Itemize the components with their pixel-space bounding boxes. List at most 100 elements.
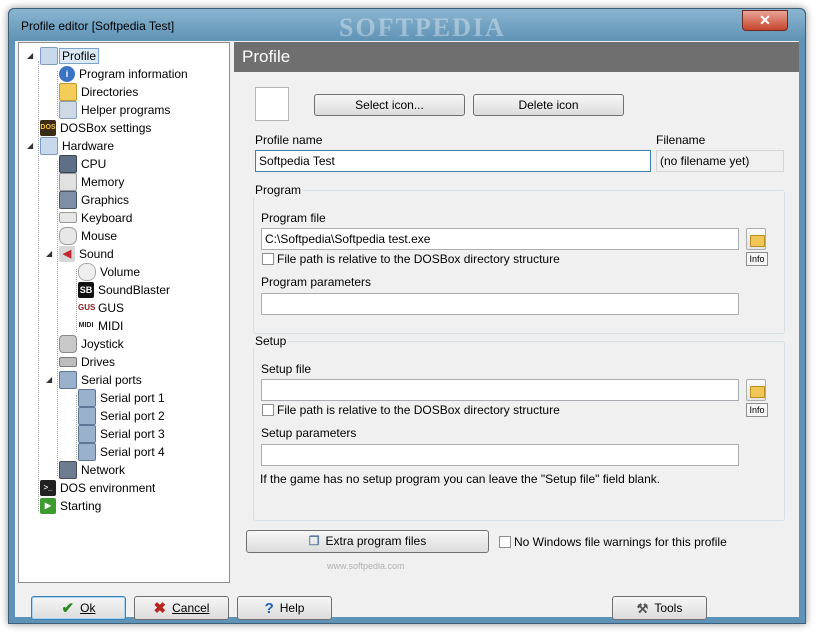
ok-label: Ok	[80, 601, 96, 615]
extra-program-files-label: Extra program files	[325, 534, 427, 548]
tree-item-profile[interactable]: Profile	[40, 46, 100, 65]
tree-line	[76, 269, 77, 332]
tree-item-drives[interactable]: Drives	[59, 352, 115, 370]
collapse-serial-ports-icon[interactable]: ◢	[46, 375, 52, 384]
setup-info-button[interactable]: Info	[746, 403, 768, 417]
tree-item-gus[interactable]: GUS GUS	[78, 298, 124, 316]
no-windows-file-warnings-checkbox[interactable]	[499, 536, 511, 548]
info-icon: i	[59, 65, 75, 82]
tree-item-memory[interactable]: Memory	[59, 172, 124, 191]
extra-program-files-button[interactable]: ❐ Extra program files	[246, 530, 489, 553]
program-file-label: Program file	[261, 211, 326, 225]
tree-item-cpu[interactable]: CPU	[59, 154, 106, 173]
tree-item-network[interactable]: Network	[59, 460, 125, 479]
keyboard-icon	[59, 212, 77, 224]
profile-editor-window: Profile editor [Softpedia Test] SOFTPEDI…	[8, 8, 806, 624]
select-icon-button[interactable]: Select icon...	[314, 94, 465, 116]
gear-icon	[59, 100, 77, 119]
setup-group-title: Setup	[253, 334, 289, 348]
collapse-profile-icon[interactable]: ◢	[27, 51, 33, 60]
tree-item-midi[interactable]: MIDI MIDI	[78, 316, 123, 334]
browse-program-file-button[interactable]	[746, 228, 766, 250]
ok-button[interactable]: ✔ Ok	[31, 596, 126, 620]
tree-item-joystick[interactable]: Joystick	[59, 334, 124, 353]
browse-setup-file-button[interactable]	[746, 379, 766, 401]
softpedia-url-watermark: www.softpedia.com	[327, 561, 405, 571]
delete-icon-button[interactable]: Delete icon	[473, 94, 624, 116]
profile-name-label: Profile name	[255, 133, 323, 147]
gus-icon: GUS	[78, 299, 95, 316]
cancel-label: Cancel	[172, 601, 210, 615]
folder-icon	[750, 235, 765, 247]
folder-icon	[750, 386, 765, 398]
collapse-sound-icon[interactable]: ◢	[46, 249, 52, 258]
tree-item-mouse[interactable]: Mouse	[59, 226, 117, 245]
tree-item-soundblaster[interactable]: SB SoundBlaster	[78, 280, 170, 298]
tools-label: Tools	[654, 601, 683, 615]
tree-item-graphics[interactable]: Graphics	[59, 190, 129, 209]
tree-item-helper-programs[interactable]: Helper programs	[59, 100, 170, 119]
console-icon: >_	[40, 479, 56, 496]
no-windows-file-warnings-label: No Windows file warnings for this profil…	[514, 535, 727, 549]
close-icon: ✕	[759, 12, 771, 28]
tree-item-serial-port-3[interactable]: Serial port 3	[78, 424, 165, 443]
dosbox-icon: DOS	[40, 119, 56, 136]
program-file-input[interactable]: C:\Softpedia\Softpedia test.exe	[261, 228, 739, 250]
help-button[interactable]: ? Help	[237, 596, 332, 620]
tree-item-sound[interactable]: ◀ Sound	[59, 244, 114, 262]
program-relative-path-label: File path is relative to the DOSBox dire…	[277, 252, 560, 266]
cancel-button[interactable]: ✖ Cancel	[134, 596, 229, 620]
speaker-icon: ◀	[59, 245, 75, 262]
tree-item-program-information[interactable]: i Program information	[59, 64, 188, 82]
tools-icon: ⚒	[636, 600, 649, 616]
serial-port-icon	[78, 388, 96, 407]
tools-button[interactable]: ⚒ Tools	[612, 596, 707, 620]
profile-icon	[40, 46, 58, 65]
tree-line	[57, 71, 58, 116]
profile-icon-preview[interactable]	[255, 87, 289, 121]
program-parameters-input[interactable]	[261, 293, 739, 315]
tree-item-starting[interactable]: ▶ Starting	[40, 496, 101, 514]
serial-port-icon	[78, 424, 96, 443]
help-label: Help	[279, 601, 305, 615]
hardware-icon	[40, 136, 58, 155]
serial-ports-icon	[59, 370, 77, 389]
setup-file-input[interactable]	[261, 379, 739, 401]
title-bar[interactable]: Profile editor [Softpedia Test] SOFTPEDI…	[9, 9, 805, 42]
monitor-icon	[59, 190, 77, 209]
tree-line	[57, 161, 58, 476]
tree-item-directories[interactable]: Directories	[59, 82, 138, 101]
tree-item-volume[interactable]: Volume	[78, 262, 140, 281]
program-relative-path-checkbox[interactable]	[262, 253, 274, 265]
tree-item-serial-ports[interactable]: Serial ports	[59, 370, 142, 389]
question-mark-icon: ?	[264, 599, 274, 617]
tree-line	[38, 61, 39, 511]
soundblaster-icon: SB	[78, 281, 94, 298]
tree-item-serial-port-1[interactable]: Serial port 1	[78, 388, 165, 407]
setup-parameters-input[interactable]	[261, 444, 739, 466]
tree-item-keyboard[interactable]: Keyboard	[59, 208, 132, 226]
tree-item-serial-port-4[interactable]: Serial port 4	[78, 442, 165, 461]
softpedia-watermark: SOFTPEDIA	[339, 13, 506, 42]
client-area: ◢ Profile i Program information Directori…	[15, 41, 799, 620]
program-parameters-label: Program parameters	[261, 275, 372, 289]
network-icon	[59, 460, 77, 479]
midi-icon: MIDI	[78, 317, 94, 334]
volume-icon	[78, 262, 96, 281]
memory-icon	[59, 172, 77, 191]
tree-item-hardware[interactable]: Hardware	[40, 136, 114, 155]
program-group-title: Program	[253, 183, 304, 197]
profile-name-input[interactable]: Softpedia Test	[255, 150, 651, 172]
joystick-icon	[59, 334, 77, 353]
cpu-icon	[59, 154, 77, 173]
tree-item-dos-environment[interactable]: >_ DOS environment	[40, 478, 155, 496]
settings-tree[interactable]: ◢ Profile i Program information Directori…	[18, 42, 230, 583]
program-info-button[interactable]: Info	[746, 252, 768, 266]
setup-relative-path-checkbox[interactable]	[262, 404, 274, 416]
collapse-hardware-icon[interactable]: ◢	[27, 141, 33, 150]
panel-title: Profile	[234, 42, 799, 72]
close-button[interactable]: ✕	[742, 10, 788, 31]
tree-item-dosbox-settings[interactable]: DOS DOSBox settings	[40, 118, 151, 136]
serial-port-icon	[78, 442, 96, 461]
tree-item-serial-port-2[interactable]: Serial port 2	[78, 406, 165, 425]
